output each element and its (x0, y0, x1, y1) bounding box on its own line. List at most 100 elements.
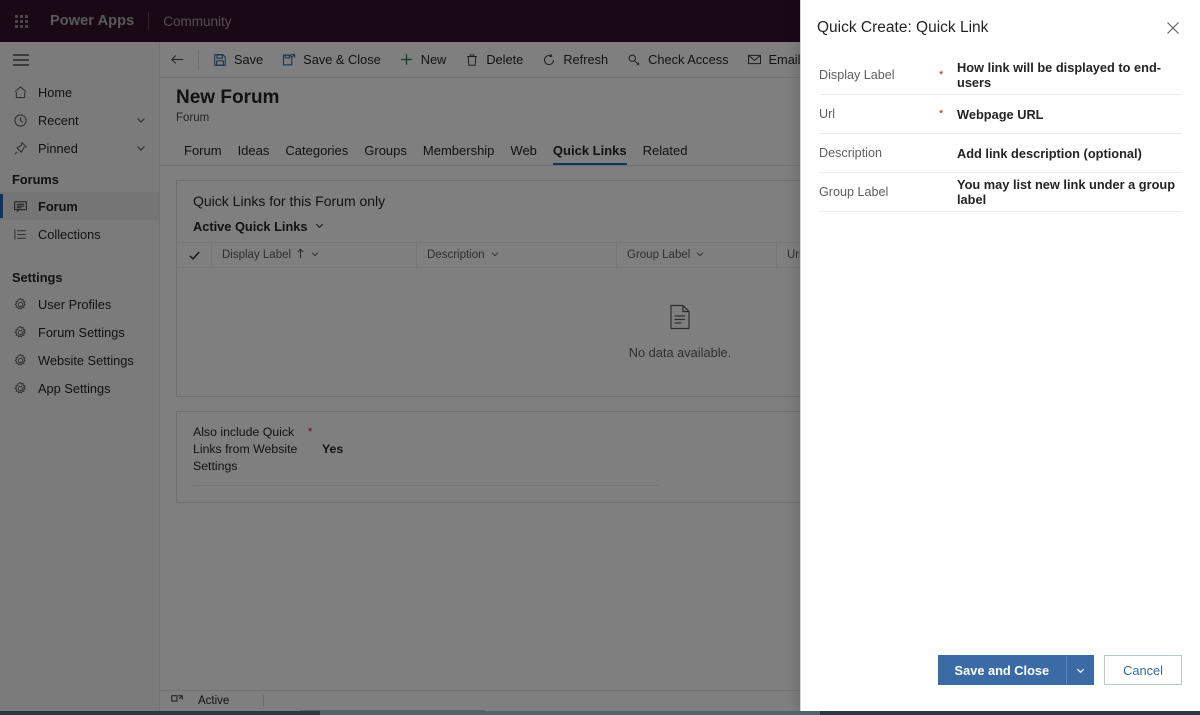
grid-column-label: Group Label (627, 249, 691, 261)
brand-label: Power Apps (50, 13, 135, 29)
refresh-icon (541, 52, 557, 68)
save-and-close-split-button: Save and Close (937, 655, 1095, 685)
chevron-down-icon[interactable] (695, 249, 705, 262)
sidebar-item-label: Collections (38, 226, 101, 242)
chevron-down-icon[interactable] (135, 142, 147, 154)
also-include-quick-links-field[interactable]: Also include Quick Links from Website Se… (193, 424, 658, 486)
refresh-button[interactable]: Refresh (532, 44, 617, 76)
app-root: Power Apps Community Home Recent Pinned … (0, 0, 1200, 715)
panel-title: Quick Create: Quick Link (817, 19, 989, 36)
check-access-button-label: Check Access (648, 52, 729, 67)
status-divider (263, 694, 265, 707)
hamburger-icon[interactable] (0, 42, 159, 78)
sidebar-item-label: Pinned (38, 140, 78, 156)
save-button[interactable]: Save (203, 44, 272, 76)
view-selector[interactable]: Active Quick Links (193, 219, 325, 234)
url-input[interactable]: Webpage URL (955, 103, 1182, 126)
key-icon (626, 52, 642, 68)
sidebar-item-home[interactable]: Home (0, 78, 159, 106)
sidebar-item-forum-settings[interactable]: Forum Settings (0, 318, 159, 346)
gear-icon (12, 352, 28, 368)
tab-categories[interactable]: Categories (277, 143, 356, 165)
tab-groups[interactable]: Groups (356, 143, 415, 165)
gear-icon (12, 380, 28, 396)
app-launcher-icon[interactable] (0, 0, 42, 42)
field-value[interactable]: Yes (322, 424, 343, 456)
chevron-down-icon[interactable] (490, 249, 500, 262)
window-bottom-edge (0, 711, 1200, 715)
delete-button[interactable]: Delete (455, 44, 532, 76)
sidebar-item-website-settings[interactable]: Website Settings (0, 346, 159, 374)
quick-create-panel: Quick Create: Quick Link Display Label *… (800, 0, 1200, 715)
cancel-button[interactable]: Cancel (1104, 655, 1182, 685)
grid-column-label: Display Label (222, 249, 292, 261)
grid-column-description[interactable]: Description (416, 242, 616, 268)
new-button-label: New (420, 52, 447, 67)
required-marker: * (308, 426, 313, 438)
group-label-input[interactable]: You may list new link under a group labe… (955, 173, 1182, 211)
envelope-icon (747, 52, 763, 68)
check-access-button[interactable]: Check Access (617, 44, 737, 76)
sidebar-item-label: User Profiles (38, 296, 112, 312)
tab-membership[interactable]: Membership (415, 143, 503, 165)
field-display-label[interactable]: Display Label * How link will be display… (819, 56, 1182, 95)
panel-form: Display Label * How link will be display… (801, 56, 1200, 212)
save-and-close-button-label: Save & Close (303, 52, 381, 67)
sidebar-item-app-settings[interactable]: App Settings (0, 374, 159, 402)
sidebar-item-collections[interactable]: Collections (0, 220, 159, 248)
status-badge: Active (198, 694, 230, 707)
field-description[interactable]: Description Add link description (option… (819, 134, 1182, 173)
delete-button-label: Delete (486, 52, 524, 67)
field-label: Display Label (819, 68, 895, 82)
field-label: Description (819, 146, 882, 160)
gear-icon (12, 296, 28, 312)
plus-icon (399, 52, 415, 68)
command-bar-divider (198, 49, 199, 70)
refresh-button-label: Refresh (563, 52, 609, 67)
forum-icon (12, 198, 28, 214)
select-all-checkbox[interactable] (177, 249, 211, 262)
grid-column-display-label[interactable]: Display Label (211, 242, 416, 268)
sidebar: Home Recent Pinned Forums Forum Collecti… (0, 42, 160, 715)
panel-footer: Save and Close Cancel (801, 647, 1200, 715)
field-label: Url (819, 107, 836, 121)
sidebar-item-label: Website Settings (38, 352, 134, 368)
field-group-label[interactable]: Group Label You may list new link under … (819, 173, 1182, 212)
tab-ideas[interactable]: Ideas (230, 143, 278, 165)
tab-related[interactable]: Related (635, 143, 696, 165)
description-input[interactable]: Add link description (optional) (955, 142, 1182, 165)
required-marker: * (939, 69, 944, 81)
back-arrow-icon[interactable] (160, 43, 194, 77)
new-button[interactable]: New (390, 44, 456, 76)
sidebar-item-recent[interactable]: Recent (0, 106, 159, 134)
open-record-set-icon[interactable] (170, 694, 184, 708)
sidebar-group-forums: Forums (12, 172, 59, 187)
field-label: Group Label (819, 185, 889, 199)
close-icon[interactable] (1158, 13, 1188, 43)
sidebar-item-user-profiles[interactable]: User Profiles (0, 290, 159, 318)
grid-empty-text: No data available. (628, 345, 732, 360)
tab-web[interactable]: Web (502, 143, 545, 165)
tab-quick-links[interactable]: Quick Links (545, 143, 635, 165)
grid-column-group-label[interactable]: Group Label (616, 242, 776, 268)
field-url[interactable]: Url * Webpage URL (819, 95, 1182, 134)
list-icon (12, 226, 28, 242)
chevron-down-icon[interactable] (310, 249, 320, 262)
home-icon (12, 84, 28, 100)
tab-forum[interactable]: Forum (176, 143, 230, 165)
sidebar-item-label: Forum (38, 198, 78, 214)
chevron-down-icon[interactable] (135, 114, 147, 126)
save-and-close-icon (281, 52, 297, 68)
pin-icon (12, 140, 28, 156)
sort-ascending-icon (296, 248, 305, 262)
save-icon (212, 52, 228, 68)
sidebar-item-forum[interactable]: Forum (0, 192, 159, 220)
sidebar-group-settings: Settings (12, 270, 63, 285)
chevron-down-icon[interactable] (1066, 655, 1095, 685)
save-and-close-button[interactable]: Save and Close (937, 655, 1067, 685)
save-and-close-button[interactable]: Save & Close (272, 44, 390, 76)
sidebar-item-pinned[interactable]: Pinned (0, 134, 159, 162)
display-label-input[interactable]: How link will be displayed to end-users (955, 56, 1182, 94)
save-button-label: Save (234, 52, 264, 67)
document-icon (669, 304, 691, 335)
